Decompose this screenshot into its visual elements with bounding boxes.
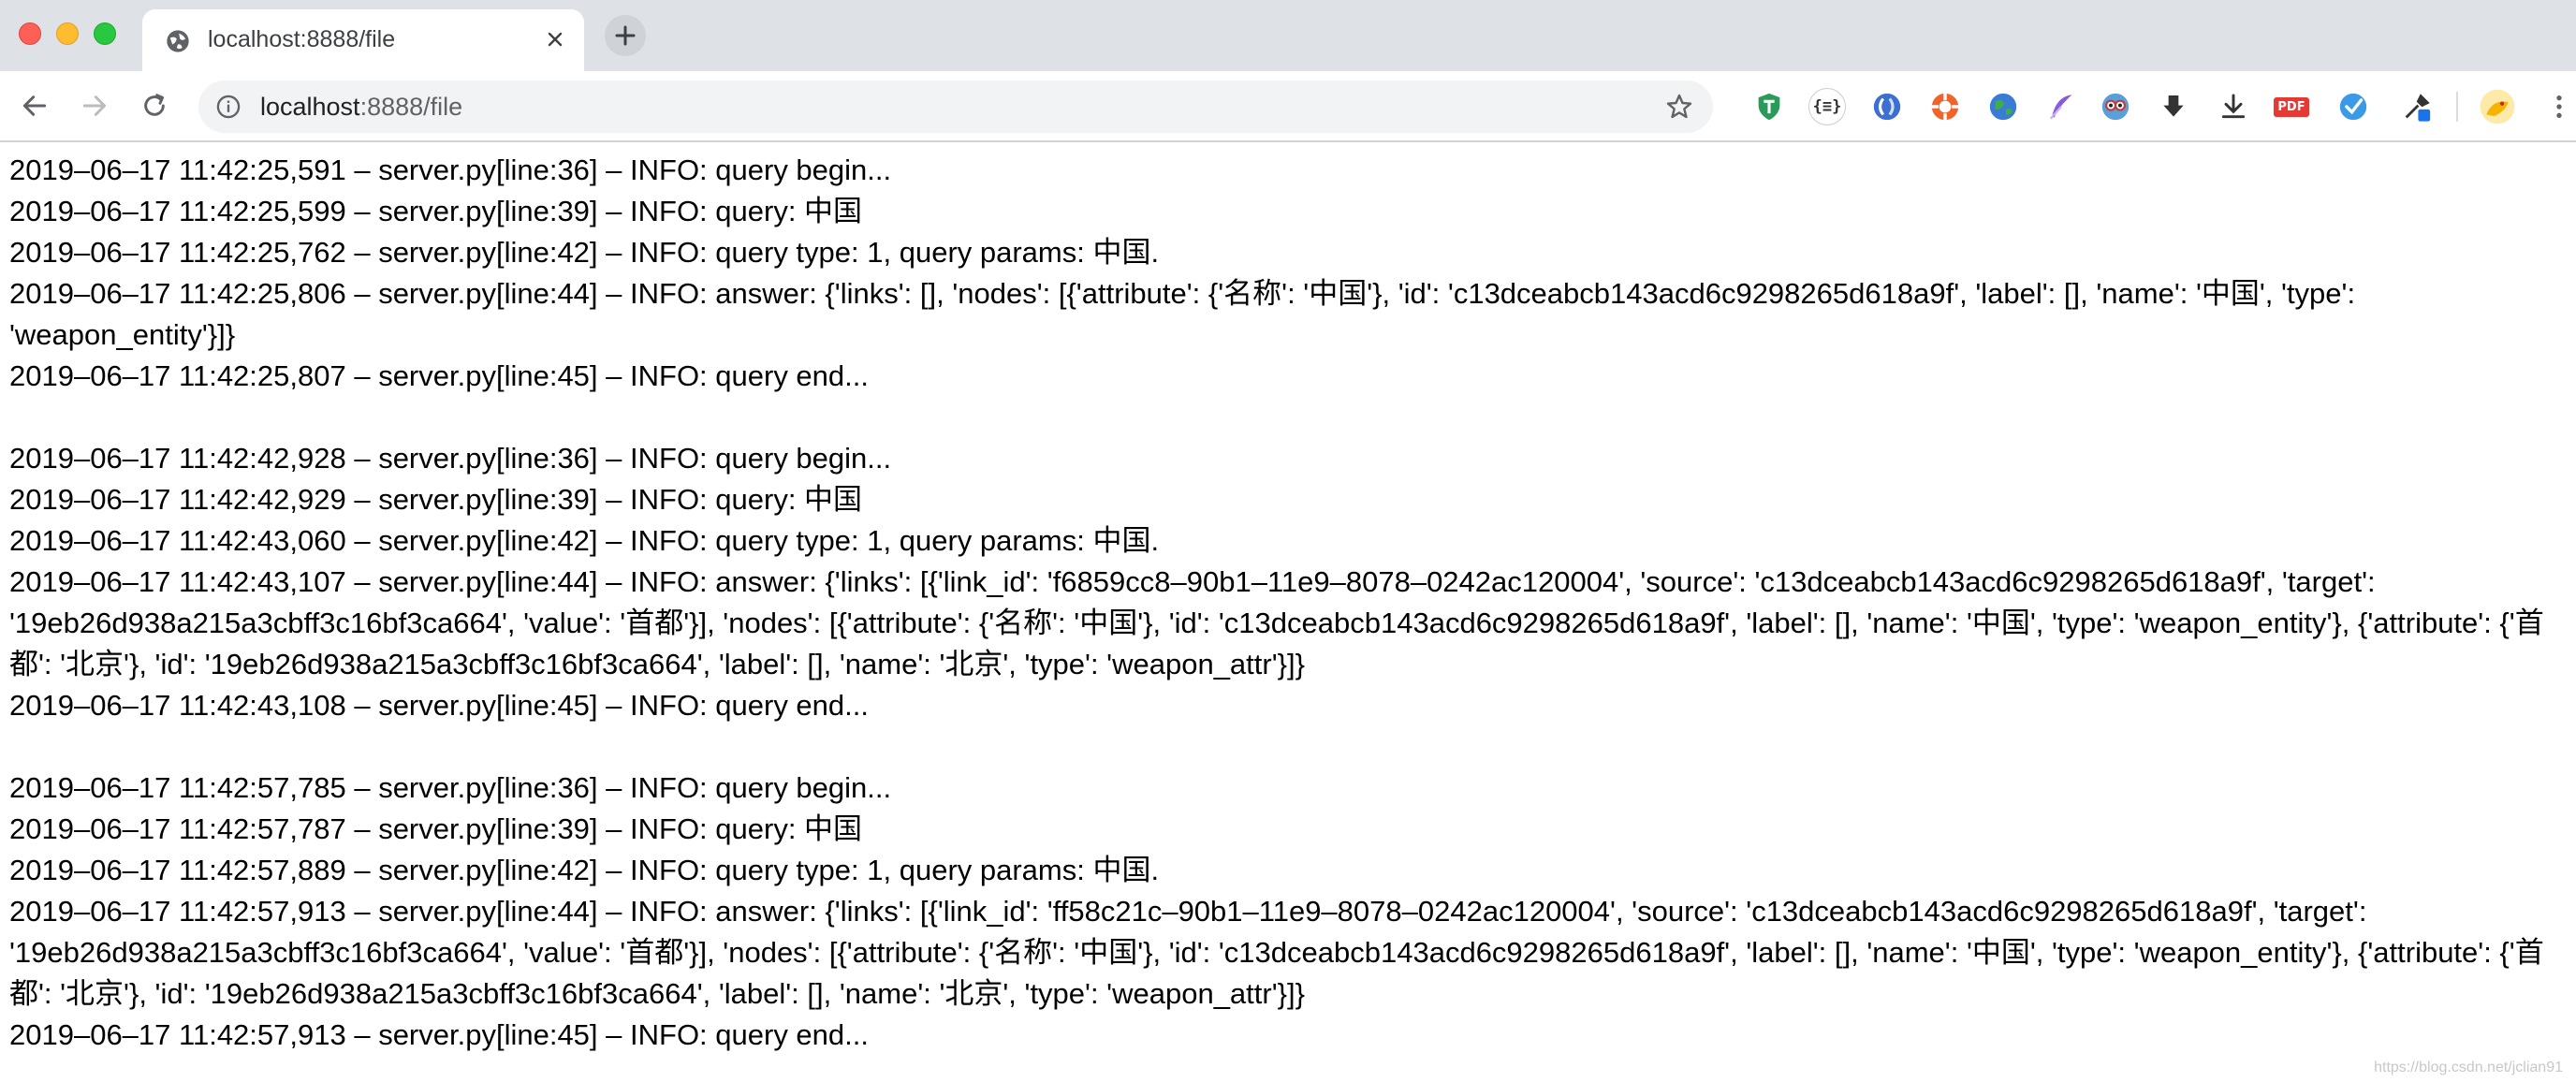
menu-more-icon[interactable] bbox=[2540, 88, 2576, 125]
back-button[interactable] bbox=[15, 86, 54, 125]
log-line: 2019–06–17 11:42:25,599 – server.py[line… bbox=[9, 195, 863, 227]
log-line: 2019–06–17 11:42:57,787 – server.py[line… bbox=[9, 812, 863, 845]
owl-extension-icon[interactable] bbox=[2097, 88, 2134, 125]
log-line: 2019–06–17 11:42:25,762 – server.py[line… bbox=[9, 236, 1160, 269]
log-line: 2019–06–17 11:42:43,060 – server.py[line… bbox=[9, 524, 1160, 557]
profile-avatar-icon[interactable] bbox=[2479, 88, 2516, 125]
log-line: 2019–06–17 11:42:57,913 – server.py[line… bbox=[9, 1018, 869, 1051]
shield-extension-icon[interactable] bbox=[1750, 88, 1788, 125]
shortcut-extension-icon[interactable] bbox=[1868, 88, 1906, 125]
json-extension-icon-label: {≡} bbox=[1808, 88, 1846, 125]
url-text[interactable]: localhost:8888/file bbox=[260, 93, 462, 122]
reload-icon bbox=[144, 94, 165, 116]
reload-button[interactable] bbox=[135, 86, 174, 125]
log-line: 2019–06–17 11:42:43,107 – server.py[line… bbox=[9, 565, 2544, 680]
toolbar-divider bbox=[2456, 92, 2458, 122]
globe-extension-icon[interactable] bbox=[1984, 88, 2022, 125]
tab-active[interactable]: localhost:8888/file bbox=[142, 9, 584, 71]
log-line: 2019–06–17 11:42:25,807 – server.py[line… bbox=[9, 359, 869, 392]
log-line: 2019–06–17 11:42:25,806 – server.py[line… bbox=[9, 277, 2364, 351]
log-line: 2019–06–17 11:42:43,108 – server.py[line… bbox=[9, 689, 869, 722]
close-icon bbox=[548, 32, 563, 47]
minimize-window-button[interactable] bbox=[56, 22, 79, 45]
feather-extension-icon[interactable] bbox=[2042, 88, 2080, 125]
tab-title: localhost:8888/file bbox=[208, 26, 396, 52]
check-circle-extension-icon[interactable] bbox=[2334, 88, 2372, 125]
browser-toolbar: localhost:8888/file {≡} PDF bbox=[0, 71, 2576, 142]
address-bar[interactable]: localhost:8888/file bbox=[198, 80, 1713, 133]
bookmark-star-icon[interactable] bbox=[1664, 92, 1694, 122]
url-host: localhost bbox=[260, 93, 360, 121]
arrow-left-icon bbox=[22, 95, 47, 116]
plus-icon bbox=[615, 25, 636, 46]
pdf-extension-icon[interactable]: PDF bbox=[2273, 88, 2310, 125]
close-window-button[interactable] bbox=[19, 22, 41, 45]
log-line: 2019–06–17 11:42:25,591 – server.py[line… bbox=[9, 154, 892, 186]
log-line: 2019–06–17 11:42:42,928 – server.py[line… bbox=[9, 442, 892, 475]
info-icon[interactable] bbox=[215, 94, 242, 120]
arrow-right-icon bbox=[82, 95, 107, 116]
eyedropper-extension-icon[interactable] bbox=[2398, 88, 2436, 125]
globe-icon bbox=[167, 30, 189, 52]
log-line: 2019–06–17 11:42:42,929 – server.py[line… bbox=[9, 483, 863, 516]
log-content: 2019–06–17 11:42:25,591 – server.py[line… bbox=[9, 150, 2567, 1056]
url-path: :8888/file bbox=[359, 93, 463, 121]
pdf-extension-icon-label: PDF bbox=[2274, 96, 2309, 117]
download-line-icon[interactable] bbox=[2215, 88, 2252, 125]
zoom-window-button[interactable] bbox=[94, 22, 116, 45]
new-tab-button[interactable] bbox=[605, 15, 646, 56]
download-solid-icon[interactable] bbox=[2155, 88, 2192, 125]
lifesaver-extension-icon[interactable] bbox=[1926, 88, 1964, 125]
forward-button[interactable] bbox=[75, 86, 114, 125]
watermark: https://blog.csdn.net/jclian91 bbox=[2374, 1060, 2563, 1075]
tab-close-button[interactable] bbox=[541, 25, 569, 53]
log-line: 2019–06–17 11:42:57,913 – server.py[line… bbox=[9, 895, 2544, 1010]
log-line: 2019–06–17 11:42:57,889 – server.py[line… bbox=[9, 854, 1160, 886]
window-titlebar: localhost:8888/file bbox=[0, 0, 2576, 71]
json-extension-icon[interactable]: {≡} bbox=[1808, 88, 1846, 125]
log-line: 2019–06–17 11:42:57,785 – server.py[line… bbox=[9, 771, 892, 804]
